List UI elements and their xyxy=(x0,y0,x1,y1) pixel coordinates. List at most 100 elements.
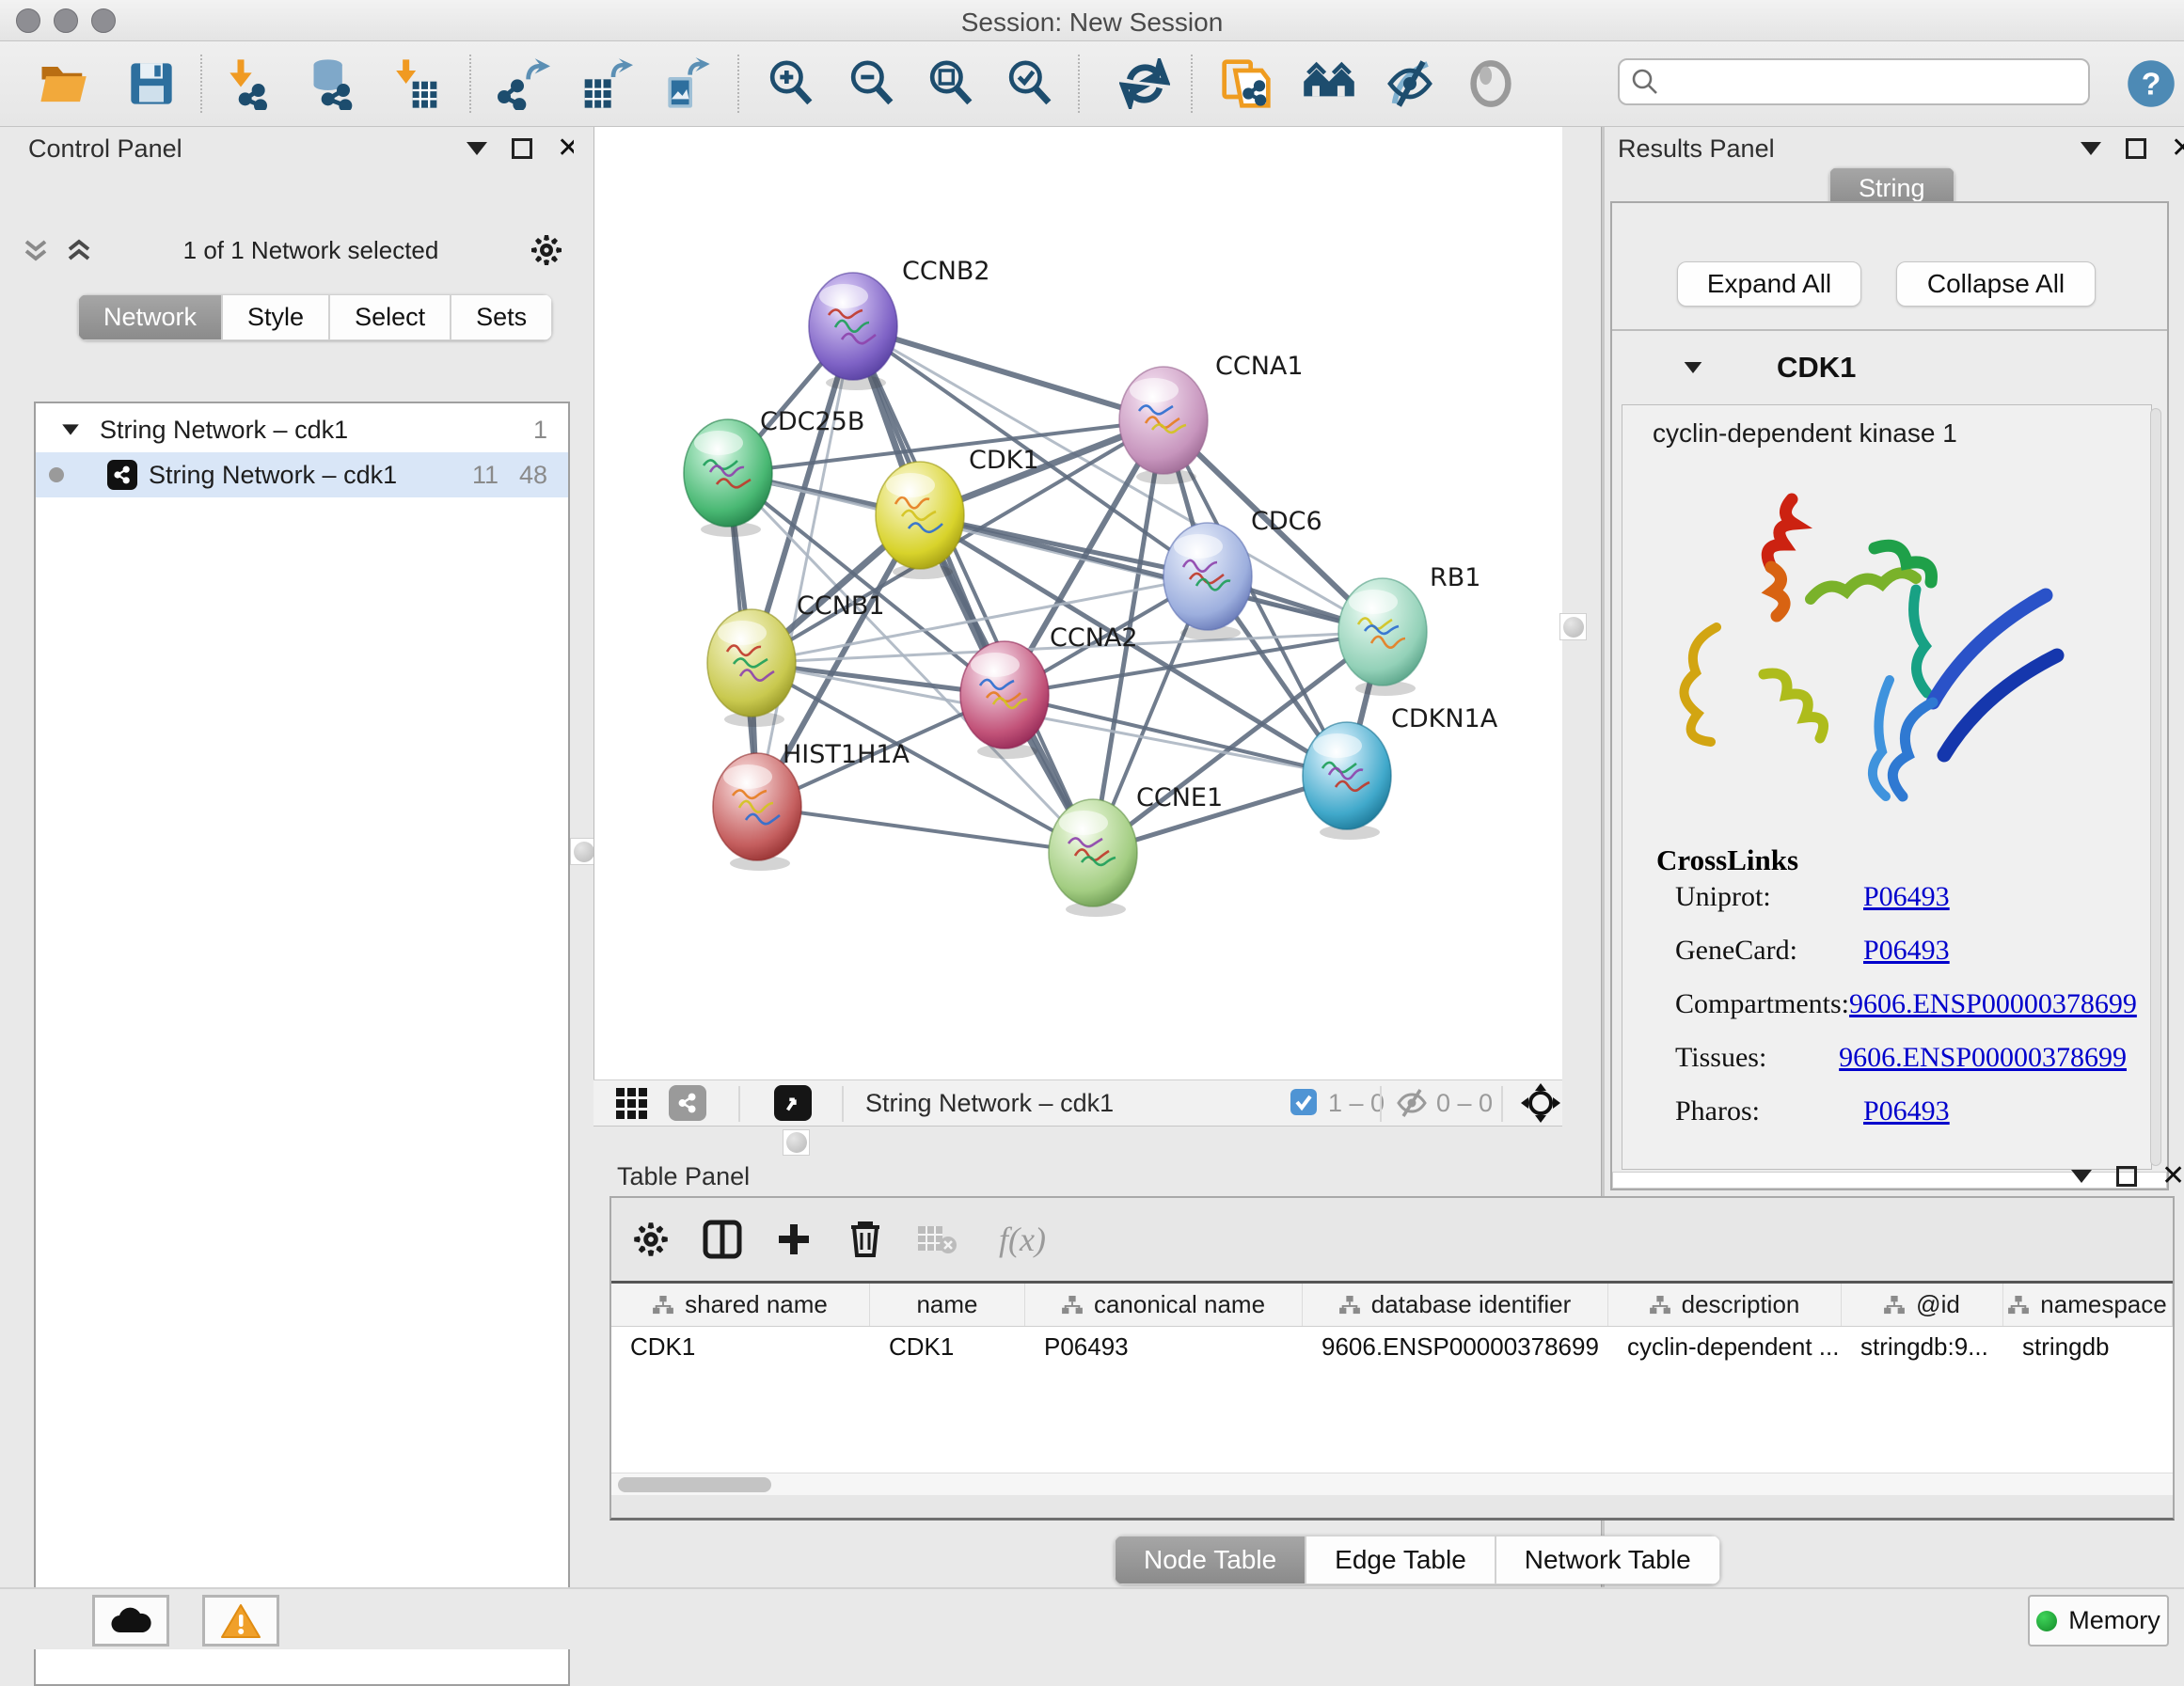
network-type-icon xyxy=(107,460,137,490)
crosslink-link[interactable]: 9606.ENSP00000378699 xyxy=(1839,1042,2127,1074)
show-eye-icon[interactable] xyxy=(1464,56,1518,111)
export-image-icon[interactable] xyxy=(658,56,713,111)
import-table-icon[interactable] xyxy=(388,56,442,111)
tab-select[interactable]: Select xyxy=(329,294,451,340)
table-horizontal-scrollbar[interactable] xyxy=(611,1473,2173,1495)
canvas-table-splitter[interactable] xyxy=(593,1127,1562,1158)
table-cell[interactable]: CDK1 xyxy=(611,1332,870,1362)
network-graph[interactable]: CCNB2CCNA1CDC25BCDK1CDC6RB1CCNB1CCNA2CDK… xyxy=(594,127,1563,1079)
table-row[interactable]: CDK1CDK1P064939606.ENSP00000378699cyclin… xyxy=(611,1327,2173,1366)
tab-network[interactable]: Network xyxy=(78,294,222,340)
crosslink-link[interactable]: 9606.ENSP00000378699 xyxy=(1849,988,2137,1020)
results-panel-float-icon[interactable] xyxy=(2126,138,2146,159)
table-panel-menu-icon[interactable] xyxy=(2071,1170,2092,1183)
table-cell[interactable]: 9606.ENSP00000378699 xyxy=(1303,1332,1608,1362)
zoom-out-icon[interactable] xyxy=(845,56,899,111)
network-collection-row[interactable]: String Network – cdk1 1 xyxy=(36,407,568,452)
right-splitter[interactable] xyxy=(1562,127,1605,1190)
collection-expand-icon[interactable] xyxy=(62,424,79,434)
tab-network-table[interactable]: Network Table xyxy=(1496,1536,1720,1584)
results-panel-menu-icon[interactable] xyxy=(2081,142,2101,155)
protein-collapse-icon[interactable] xyxy=(1685,362,1702,373)
table-cell[interactable]: P06493 xyxy=(1025,1332,1303,1362)
import-network-icon[interactable] xyxy=(220,56,275,111)
table-cell[interactable]: CDK1 xyxy=(870,1332,1025,1362)
tab-sets[interactable]: Sets xyxy=(451,294,552,340)
table-panel-float-icon[interactable] xyxy=(2116,1166,2137,1187)
column-header-shared-name[interactable]: shared name xyxy=(611,1284,870,1326)
export-network-icon[interactable] xyxy=(497,56,551,111)
column-header-name[interactable]: name xyxy=(870,1284,1025,1326)
collapse-all-button[interactable]: Collapse All xyxy=(1896,261,2096,307)
birds-eye-view-icon[interactable] xyxy=(774,1085,812,1121)
node-HIST1H1A[interactable]: HIST1H1A xyxy=(713,740,910,871)
column-header-namespace[interactable]: namespace xyxy=(2003,1284,2173,1326)
selected-checkbox-icon[interactable] xyxy=(1290,1088,1318,1121)
expand-all-button[interactable]: Expand All xyxy=(1677,261,1861,307)
crosslink-link[interactable]: P06493 xyxy=(1863,935,1950,967)
column-header-canonical-name[interactable]: canonical name xyxy=(1025,1284,1303,1326)
table-scrollbar-thumb[interactable] xyxy=(618,1477,771,1492)
zoom-fit-icon[interactable] xyxy=(924,56,978,111)
fit-selected-crosshair-icon[interactable] xyxy=(1520,1082,1561,1128)
memory-button[interactable]: Memory xyxy=(2028,1595,2169,1647)
network-options-gear-icon[interactable] xyxy=(530,233,563,267)
tab-style[interactable]: Style xyxy=(222,294,329,340)
help-button[interactable]: ? xyxy=(2124,56,2178,111)
results-panel-close-icon[interactable]: ✕ xyxy=(2171,138,2184,159)
table-panel-close-icon[interactable]: ✕ xyxy=(2161,1166,2184,1187)
memory-label: Memory xyxy=(2068,1606,2160,1635)
table-options-gear-icon[interactable] xyxy=(623,1211,679,1268)
tab-node-table[interactable]: Node Table xyxy=(1115,1536,1306,1584)
add-column-icon[interactable] xyxy=(766,1211,822,1268)
zoom-selected-icon[interactable] xyxy=(1003,56,1057,111)
column-header-description[interactable]: description xyxy=(1608,1284,1842,1326)
control-panel-float-icon[interactable] xyxy=(512,138,532,159)
node-CCNB2[interactable]: CCNB2 xyxy=(809,257,990,390)
warnings-button[interactable] xyxy=(202,1595,279,1647)
save-session-icon[interactable] xyxy=(124,56,179,111)
hide-unhide-icon[interactable] xyxy=(1383,56,1437,111)
open-session-icon[interactable] xyxy=(36,56,90,111)
protein-section-header[interactable]: CDK1 xyxy=(1612,331,2167,404)
crosslink-link[interactable]: P06493 xyxy=(1863,1095,1950,1127)
control-panel-title: Control Panel xyxy=(28,134,182,164)
copy-network-icon[interactable] xyxy=(1219,56,1274,111)
grid-view-icon[interactable] xyxy=(614,1086,650,1127)
network-row[interactable]: String Network – cdk1 11 48 xyxy=(36,452,568,497)
node-CCNB1[interactable]: CCNB1 xyxy=(707,591,885,727)
zoom-in-icon[interactable] xyxy=(764,56,818,111)
export-table-icon[interactable] xyxy=(579,56,634,111)
table-cell[interactable]: stringdb xyxy=(2003,1332,2173,1362)
results-vertical-scrollbar[interactable] xyxy=(2150,408,2161,1166)
import-network-from-database-icon[interactable] xyxy=(303,56,357,111)
crosslink-row: Compartments:9606.ENSP00000378699 xyxy=(1675,988,2127,1020)
network-list-view-icon[interactable] xyxy=(669,1085,706,1121)
table-cell[interactable]: stringdb:9... xyxy=(1842,1332,2003,1362)
node-RB1[interactable]: RB1 xyxy=(1338,563,1480,696)
delete-column-icon[interactable] xyxy=(837,1211,894,1268)
node-CCNE1[interactable]: CCNE1 xyxy=(1049,783,1223,917)
cloud-status-button[interactable] xyxy=(92,1595,169,1647)
crosslink-row: Tissues:9606.ENSP00000378699 xyxy=(1675,1042,2127,1074)
table-cell[interactable]: cyclin-dependent ... xyxy=(1608,1332,1842,1362)
crosslink-link[interactable]: P06493 xyxy=(1863,881,1950,913)
right-splitter-handle[interactable] xyxy=(1559,613,1587,640)
svg-text:CCNA1: CCNA1 xyxy=(1215,352,1304,381)
column-header-database-identifier[interactable]: database identifier xyxy=(1303,1284,1608,1326)
collapse-all-icon[interactable] xyxy=(23,236,49,264)
node-CDC6[interactable]: CDC6 xyxy=(1163,507,1322,640)
expand-all-icon[interactable] xyxy=(66,236,92,264)
node-CDKN1A[interactable]: CDKN1A xyxy=(1303,704,1498,840)
canvas-table-splitter-handle[interactable] xyxy=(783,1129,810,1156)
search-input[interactable] xyxy=(1618,58,2090,105)
tab-edge-table[interactable]: Edge Table xyxy=(1306,1536,1496,1584)
node-CDC25B[interactable]: CDC25B xyxy=(684,407,864,537)
network-canvas[interactable]: CCNB2CCNA1CDC25BCDK1CDC6RB1CCNB1CCNA2CDK… xyxy=(593,127,1562,1079)
control-panel-menu-icon[interactable] xyxy=(467,142,487,155)
home-network-icon[interactable] xyxy=(1302,56,1356,111)
show-columns-icon[interactable] xyxy=(694,1211,751,1268)
crosslink-label: GeneCard: xyxy=(1675,935,1863,967)
refresh-layout-icon[interactable] xyxy=(1117,56,1172,111)
column-header--id[interactable]: @id xyxy=(1842,1284,2003,1326)
